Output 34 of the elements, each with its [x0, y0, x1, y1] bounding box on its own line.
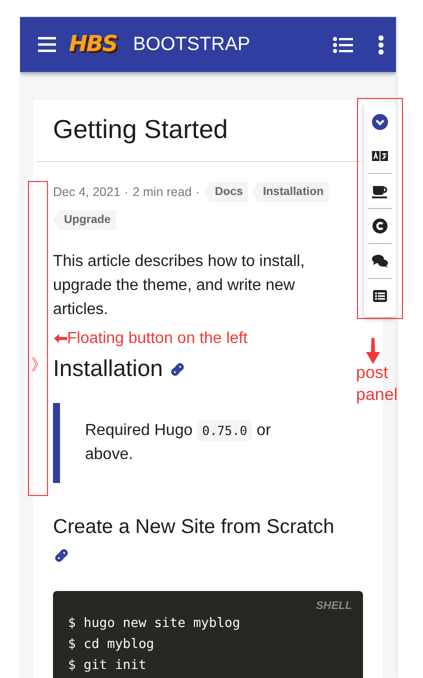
down-arrow-icon	[366, 338, 380, 364]
section-heading: Create a New Site from Scratch	[53, 516, 334, 538]
blockquote: Required Hugo 0.75.0 or above.	[53, 403, 363, 483]
code-line: $ git init	[68, 657, 148, 675]
link-icon[interactable]	[53, 547, 70, 564]
list-icon[interactable]	[372, 288, 388, 304]
site-title[interactable]: BOOTSTRAP	[133, 34, 333, 56]
floating-button[interactable]: 》	[31, 355, 47, 376]
logo[interactable]: HBS	[69, 32, 118, 57]
copyright-icon[interactable]	[372, 218, 388, 234]
chevron-down-icon[interactable]	[372, 114, 388, 130]
code-line: $ cd myblog	[68, 636, 156, 654]
reading-time: 2 min read	[132, 185, 192, 199]
comments-icon[interactable]	[372, 253, 388, 269]
separator-dot: ·	[124, 185, 129, 199]
list-icon[interactable]	[333, 36, 353, 52]
tag-link[interactable]: Installation	[252, 182, 329, 202]
intro-paragraph: This article describes how to install, upgrade the theme, and write new articles.	[53, 252, 306, 320]
tag-link[interactable]: Docs	[204, 182, 248, 202]
annotation-note: Floating button on the left	[67, 330, 248, 348]
link-icon[interactable]	[169, 361, 186, 378]
post-title: Getting Started	[53, 113, 228, 146]
post-date: Dec 4, 2021	[53, 185, 120, 199]
code-language: SHELL	[314, 600, 352, 613]
coffee-cup-icon[interactable]	[372, 183, 388, 199]
code-line: $ hugo new site myblog	[68, 615, 242, 633]
tag-link[interactable]: Upgrade	[53, 210, 116, 230]
translate-icon[interactable]	[372, 148, 388, 164]
more-icon[interactable]	[378, 34, 384, 54]
annotation-label: post panel	[356, 362, 399, 406]
separator-dot: ·	[196, 185, 200, 199]
arrow-icon	[54, 334, 67, 343]
section-heading: Installation	[53, 355, 163, 381]
menu-icon[interactable]	[38, 37, 56, 52]
